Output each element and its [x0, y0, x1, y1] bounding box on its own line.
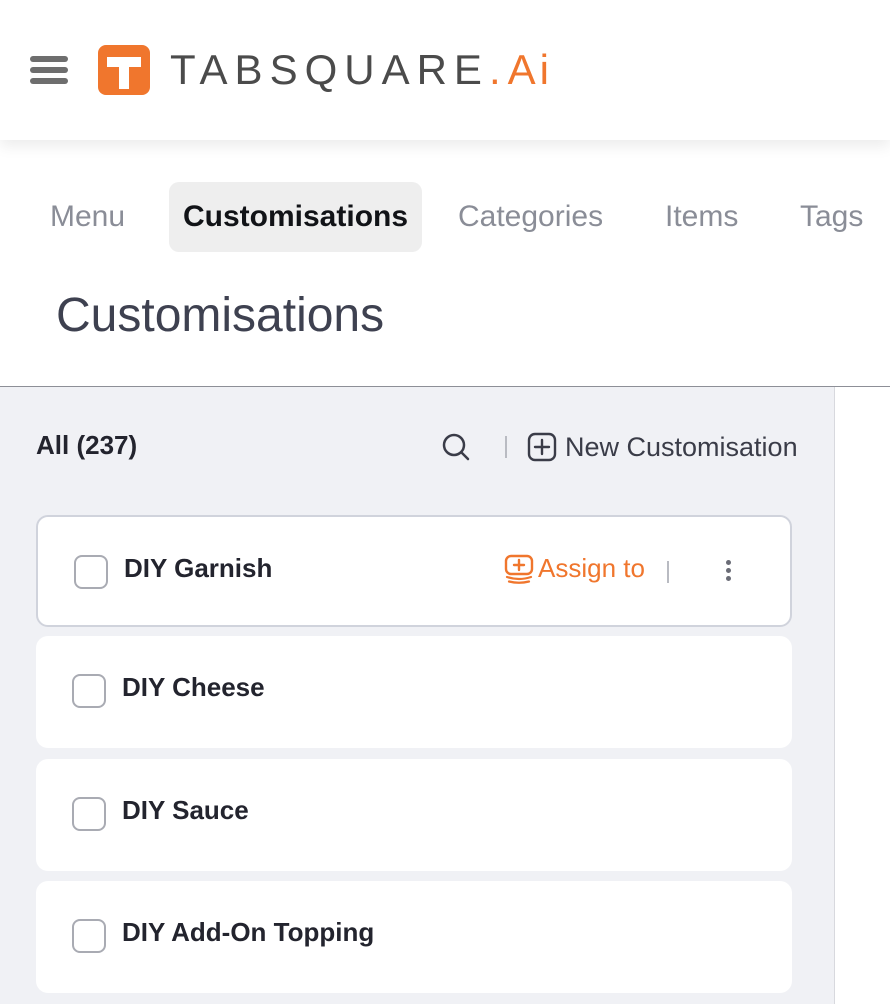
tab-items[interactable]: Items: [665, 182, 738, 252]
assign-stack-icon: [504, 554, 534, 584]
page-title: Customisations: [56, 289, 385, 342]
item-name: DIY Garnish: [124, 553, 273, 583]
row-separator: [667, 561, 669, 583]
search-icon[interactable]: [441, 432, 471, 462]
row-checkbox[interactable]: [74, 555, 108, 589]
tab-menu[interactable]: Menu: [50, 182, 125, 252]
list-item[interactable]: DIY Garnish Assign to: [36, 515, 792, 627]
list-item[interactable]: DIY Cheese: [36, 636, 792, 748]
filter-all-count[interactable]: All (237): [36, 430, 137, 461]
new-customisation-button[interactable]: New Customisation: [527, 428, 798, 466]
tab-customisations[interactable]: Customisations: [169, 182, 423, 252]
top-bar: TABSQUARE.Ai: [0, 0, 890, 140]
toolbar-separator: [505, 436, 507, 458]
assign-to-label: Assign to: [538, 553, 645, 583]
hamburger-icon[interactable]: [30, 54, 70, 86]
row-checkbox[interactable]: [72, 797, 106, 831]
detail-panel: [834, 387, 890, 1004]
add-square-icon: [527, 432, 557, 462]
list-item[interactable]: DIY Add-On Topping: [36, 881, 792, 993]
logo-dot: .: [488, 46, 508, 93]
row-checkbox[interactable]: [72, 674, 106, 708]
tab-tags[interactable]: Tags: [800, 182, 863, 252]
row-checkbox[interactable]: [72, 919, 106, 953]
logo-mark-icon: [98, 45, 150, 95]
assign-to-button[interactable]: Assign to: [504, 553, 645, 584]
item-name: DIY Add-On Topping: [122, 917, 375, 947]
logo-wordmark-text: TABSQUARE: [170, 46, 489, 93]
logo-ai-suffix: Ai: [507, 46, 553, 93]
tab-categories[interactable]: Categories: [458, 182, 603, 252]
item-name: DIY Sauce: [122, 795, 249, 825]
list-item[interactable]: DIY Sauce: [36, 759, 792, 871]
new-customisation-label: New Customisation: [565, 431, 798, 462]
more-options-icon[interactable]: [720, 553, 736, 589]
logo-wordmark: TABSQUARE.Ai: [170, 47, 553, 93]
item-name: DIY Cheese: [122, 672, 265, 702]
tab-bar: Menu Customisations Categories Items Tag…: [0, 182, 890, 254]
